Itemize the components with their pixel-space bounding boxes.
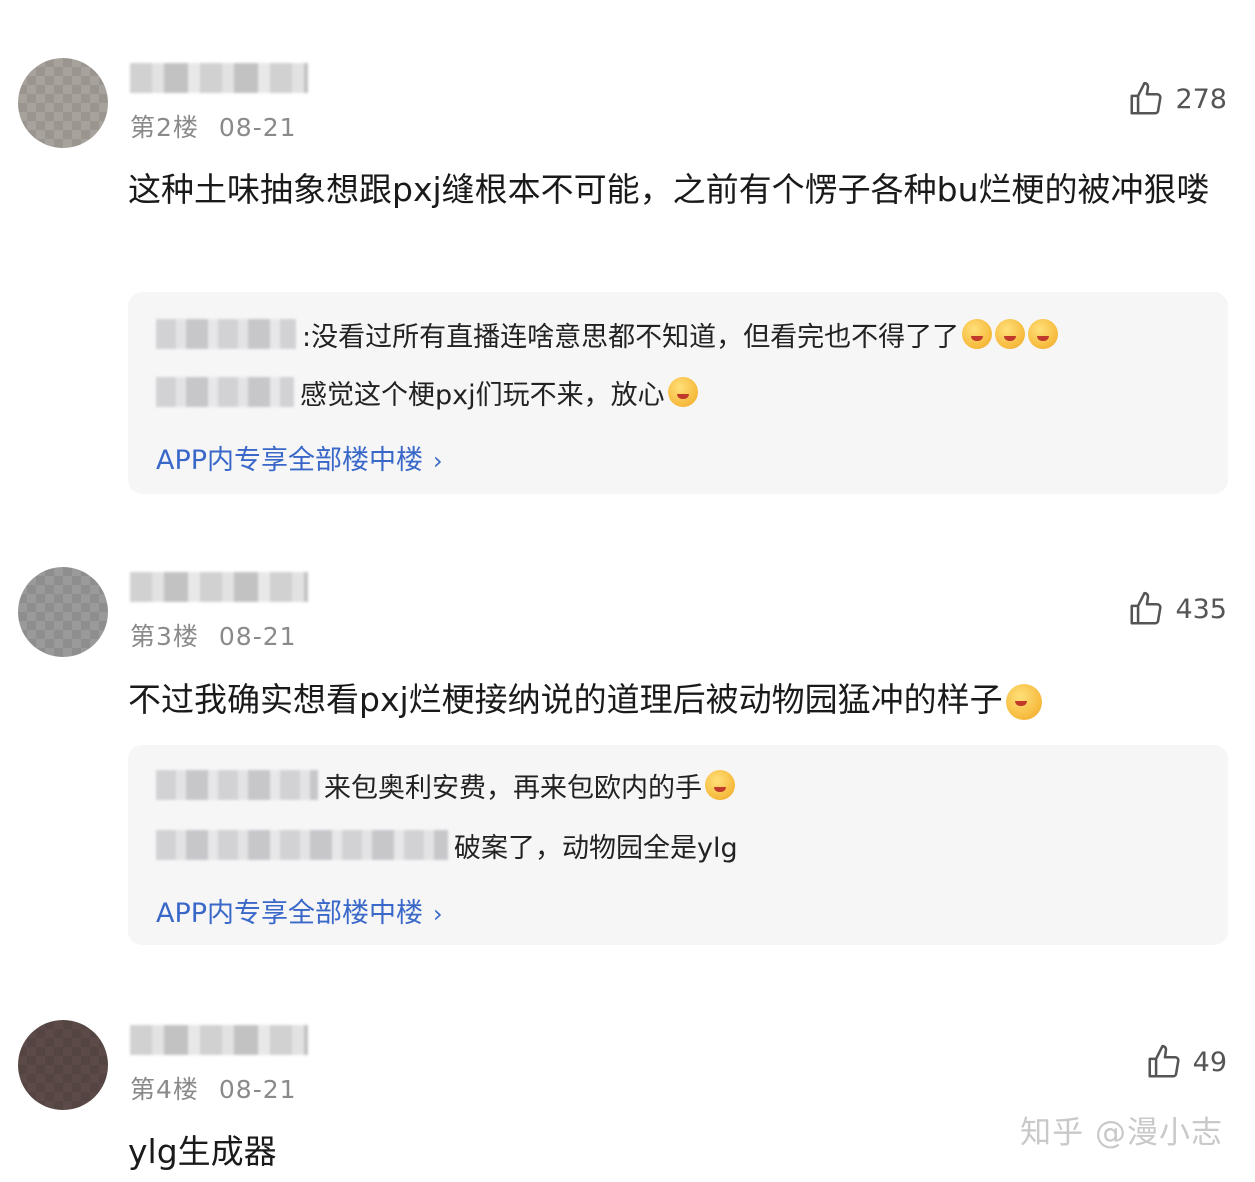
chevron-right-icon: › xyxy=(433,447,443,475)
comment-meta: 第3楼 08-21 xyxy=(130,617,297,653)
reply-box: :没看过所有直播连啥意思都不知道，但看完也不得了了 感觉这个梗pxj们玩不来，放… xyxy=(128,292,1228,494)
username-blurred[interactable] xyxy=(130,1025,308,1055)
like-button[interactable]: 435 xyxy=(1127,590,1227,628)
comment-date: 08-21 xyxy=(218,113,297,142)
chevron-right-icon: › xyxy=(433,900,443,928)
reply-username-blurred xyxy=(156,770,318,800)
comment-meta: 第4楼 08-21 xyxy=(130,1070,297,1106)
like-count: 278 xyxy=(1175,83,1227,115)
reply-username-blurred xyxy=(156,830,448,860)
emoji-icon xyxy=(1005,683,1042,720)
comment-text: 这种土味抽象想跟pxj缝根本不可能，之前有个愣子各种bu烂梗的被冲狠喽 xyxy=(128,170,1210,209)
view-all-replies-link[interactable]: APP内专享全部楼中楼 › xyxy=(156,438,443,477)
view-all-replies-link[interactable]: APP内专享全部楼中楼 › xyxy=(156,891,443,930)
avatar[interactable] xyxy=(18,567,108,657)
reply-item[interactable]: 来包奥利安费，再来包欧内的手 xyxy=(156,765,735,805)
view-all-replies-label: APP内专享全部楼中楼 xyxy=(156,445,424,476)
username-blurred[interactable] xyxy=(130,572,308,602)
comment-text-content: 不过我确实想看pxj烂梗接纳说的道理后被动物园猛冲的样子 xyxy=(128,680,1003,719)
view-all-replies-label: APP内专享全部楼中楼 xyxy=(156,898,424,929)
reply-text: :没看过所有直播连啥意思都不知道，但看完也不得了了 xyxy=(302,321,960,353)
floor-label: 第3楼 xyxy=(130,622,199,651)
reply-item[interactable]: 感觉这个梗pxj们玩不来，放心 xyxy=(156,372,698,412)
reply-text: 破案了，动物园全是ylg xyxy=(454,832,738,864)
reply-box: 来包奥利安费，再来包欧内的手 破案了，动物园全是ylg APP内专享全部楼中楼 › xyxy=(128,745,1228,945)
emoji-icon xyxy=(995,319,1026,349)
reply-username-blurred xyxy=(156,319,296,349)
emoji-icon xyxy=(705,770,735,800)
emoji-icon xyxy=(667,377,698,407)
watermark: 知乎 @漫小志 xyxy=(1020,1115,1223,1151)
reply-item[interactable]: 破案了，动物园全是ylg xyxy=(156,825,738,865)
thumbs-up-icon xyxy=(1130,81,1162,115)
reply-item[interactable]: :没看过所有直播连啥意思都不知道，但看完也不得了了 xyxy=(156,314,1059,354)
reply-username-blurred xyxy=(156,377,294,407)
like-button[interactable]: 49 xyxy=(1145,1043,1227,1081)
comment-date: 08-21 xyxy=(218,622,297,651)
floor-label: 第4楼 xyxy=(130,1075,199,1104)
comment-text: 不过我确实想看pxj烂梗接纳说的道理后被动物园猛冲的样子 xyxy=(128,672,1233,728)
emoji-icon xyxy=(1028,319,1059,349)
like-count: 49 xyxy=(1192,1046,1227,1078)
avatar[interactable] xyxy=(18,1020,108,1110)
comment-meta: 第2楼 08-21 xyxy=(130,108,297,144)
like-count: 435 xyxy=(1175,593,1227,625)
emoji-icon xyxy=(962,319,993,349)
comment-date: 08-21 xyxy=(218,1075,297,1104)
avatar[interactable] xyxy=(18,58,108,148)
thumbs-up-icon xyxy=(1130,591,1162,625)
like-button[interactable]: 278 xyxy=(1127,80,1227,118)
reply-text: 来包奥利安费，再来包欧内的手 xyxy=(324,772,702,804)
thumbs-up-icon xyxy=(1148,1044,1180,1078)
reply-text: 感觉这个梗pxj们玩不来，放心 xyxy=(300,379,665,411)
username-blurred[interactable] xyxy=(130,63,308,93)
floor-label: 第2楼 xyxy=(130,113,199,142)
